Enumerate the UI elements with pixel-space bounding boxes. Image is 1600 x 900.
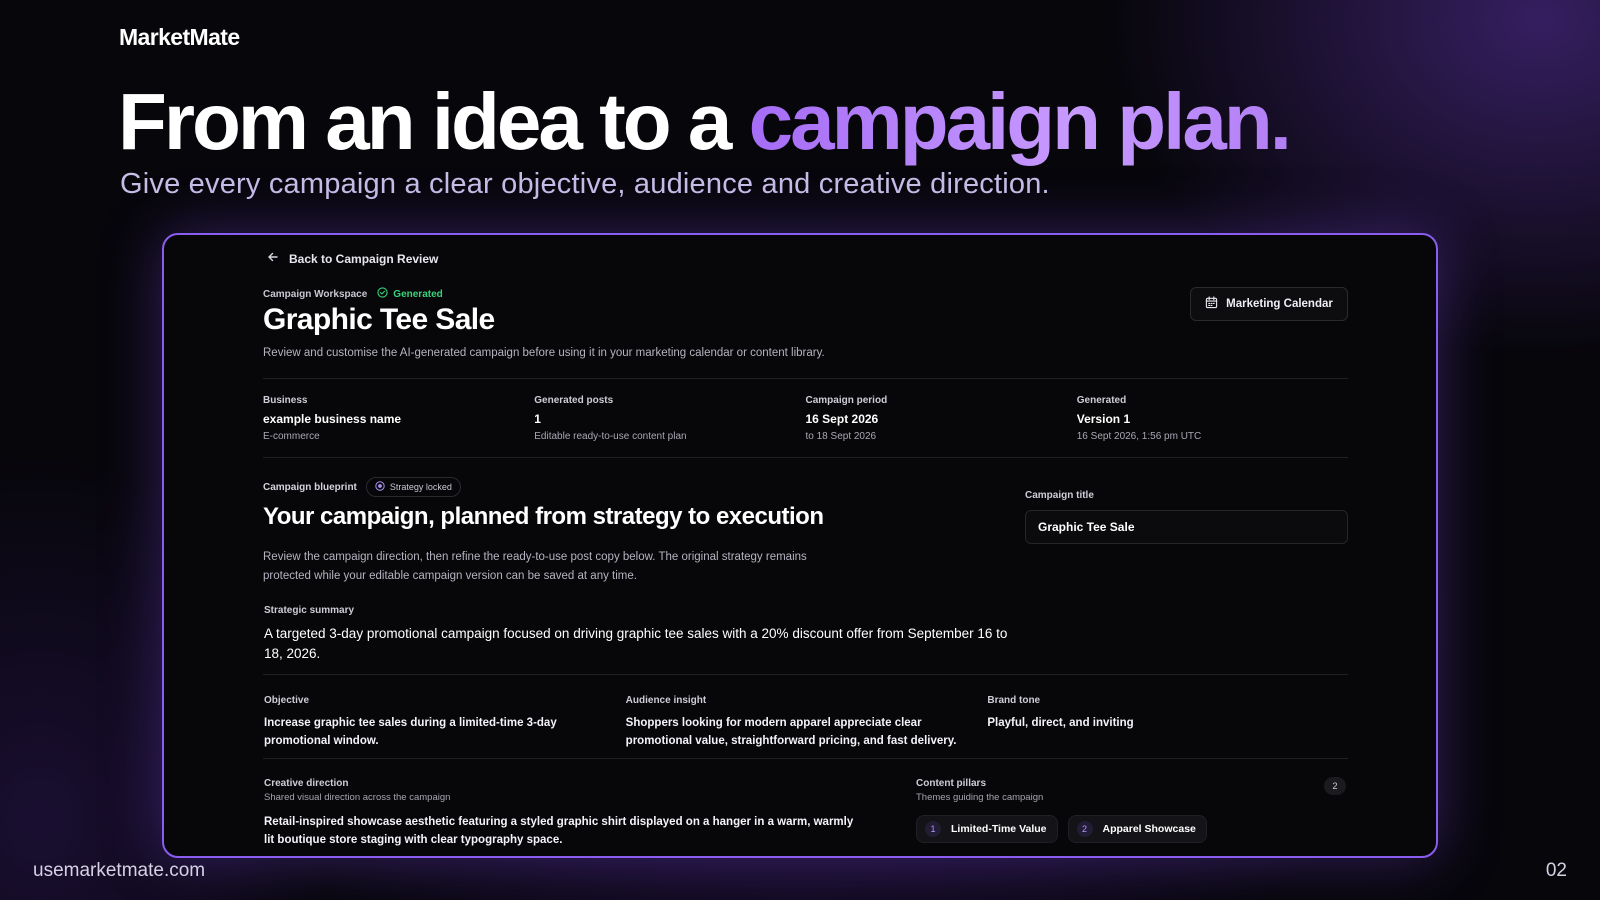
content-pillars-list: 1 Limited-Time Value 2 Apparel Showcase — [916, 815, 1207, 843]
arrow-left-icon — [267, 251, 279, 266]
lock-badge-label: Strategy locked — [389, 482, 452, 492]
stat-campaign-period: Campaign period 16 Sept 2026 to 18 Sept … — [806, 395, 1077, 442]
headline-plain: From an idea to a — [118, 77, 749, 166]
stat-label: Generated — [1076, 395, 1127, 406]
check-circle-icon — [377, 287, 388, 301]
page-description: Review and customise the AI-generated ca… — [263, 347, 825, 359]
blueprint-label: Campaign blueprint — [263, 481, 357, 493]
audience-insight-block: Audience insight Shoppers looking for mo… — [626, 695, 988, 750]
pillar-number: 2 — [1076, 821, 1093, 837]
strategic-summary-label: Strategic summary — [264, 605, 355, 616]
content-pillars-label: Content pillars — [916, 778, 987, 789]
slide: MarketMate From an idea to a campaign pl… — [0, 0, 1600, 900]
creative-direction-sub: Shared visual direction across the campa… — [264, 792, 451, 803]
strategy-locked-badge: Strategy locked — [365, 477, 461, 497]
creative-direction-text: Retail-inspired showcase aesthetic featu… — [264, 816, 854, 846]
divider — [263, 378, 1348, 379]
insight-text: Shoppers looking for modern apparel appr… — [625, 717, 957, 747]
blueprint-eyebrow: Campaign blueprint Strategy locked — [263, 477, 461, 497]
footer-url: usemarketmate.com — [33, 860, 206, 881]
stat-sub: 16 Sept 2026, 1:56 pm UTC — [1076, 431, 1202, 442]
back-to-campaign-review-link[interactable]: Back to Campaign Review — [267, 251, 438, 266]
campaign-workspace: Back to Campaign Review Campaign Workspa… — [263, 235, 1348, 856]
marketing-calendar-button[interactable]: Marketing Calendar — [1190, 287, 1348, 321]
insight-label: Objective — [264, 695, 310, 706]
pillar-label: Limited-Time Value — [951, 823, 1047, 835]
stat-sub: E-commerce — [263, 431, 320, 442]
stat-label: Campaign period — [805, 395, 888, 406]
eyebrow-label: Campaign Workspace — [263, 288, 368, 300]
pillar-number: 1 — [925, 821, 941, 837]
page-number: 02 — [1545, 860, 1567, 881]
stat-generated-version: Generated Version 1 16 Sept 2026, 1:56 p… — [1077, 395, 1348, 442]
divider — [263, 674, 1348, 675]
strategic-summary-text: A targeted 3-day promotional campaign fo… — [264, 626, 1008, 661]
creative-direction-label: Creative direction — [264, 778, 349, 789]
calendar-icon — [1205, 296, 1218, 312]
stat-value: Version 1 — [1076, 412, 1131, 426]
headline: From an idea to a campaign plan. — [118, 74, 1292, 170]
stat-value: example business name — [263, 412, 402, 426]
stat-sub: Editable ready-to-use content plan — [534, 431, 687, 442]
headline-accent: campaign plan. — [748, 77, 1292, 166]
page-title: Graphic Tee Sale — [263, 303, 495, 336]
blueprint-description: Review the campaign direction, then refi… — [263, 551, 807, 582]
app-screenshot-frame: Back to Campaign Review Campaign Workspa… — [162, 233, 1438, 858]
workspace-eyebrow: Campaign Workspace Generated — [263, 287, 443, 301]
stat-value: 16 Sept 2026 — [805, 412, 879, 426]
status-label: Generated — [393, 288, 443, 300]
pillar-chip[interactable]: 1 Limited-Time Value — [916, 815, 1058, 843]
brand-logo: MarketMate — [119, 24, 240, 50]
stat-sub: to 18 Sept 2026 — [805, 431, 877, 442]
campaign-insights: Objective Increase graphic tee sales dur… — [264, 695, 1349, 750]
insight-text: Increase graphic tee sales during a limi… — [264, 717, 557, 747]
back-link-label: Back to Campaign Review — [289, 251, 439, 266]
status-badge: Generated — [377, 287, 443, 301]
brand-tone-block: Brand tone Playful, direct, and inviting — [987, 695, 1349, 750]
stat-label: Business — [263, 395, 308, 406]
stat-generated-posts: Generated posts 1 Editable ready-to-use … — [534, 395, 805, 442]
stat-value: 1 — [534, 412, 541, 426]
campaign-stats: Business example business name E-commerc… — [263, 395, 1348, 442]
blueprint-title: Your campaign, planned from strategy to … — [263, 503, 824, 530]
content-pillars-count: 2 — [1324, 777, 1346, 795]
campaign-title-input[interactable] — [1025, 510, 1348, 544]
insight-label: Brand tone — [987, 695, 1041, 706]
divider — [263, 758, 1348, 759]
pillar-chip[interactable]: 2 Apparel Showcase — [1067, 815, 1207, 843]
campaign-title-label: Campaign title — [1025, 490, 1094, 501]
divider — [263, 457, 1348, 458]
insight-label: Audience insight — [625, 695, 707, 706]
lock-circle-icon — [375, 481, 385, 493]
subheadline: Give every campaign a clear objective, a… — [120, 168, 1050, 200]
objective-block: Objective Increase graphic tee sales dur… — [264, 695, 626, 750]
insight-text: Playful, direct, and inviting — [987, 717, 1134, 729]
content-pillars-sub: Themes guiding the campaign — [916, 792, 1044, 803]
calendar-button-label: Marketing Calendar — [1226, 298, 1333, 310]
stat-business: Business example business name E-commerc… — [263, 395, 534, 442]
stat-label: Generated posts — [534, 395, 614, 406]
pillar-label: Apparel Showcase — [1102, 823, 1196, 835]
